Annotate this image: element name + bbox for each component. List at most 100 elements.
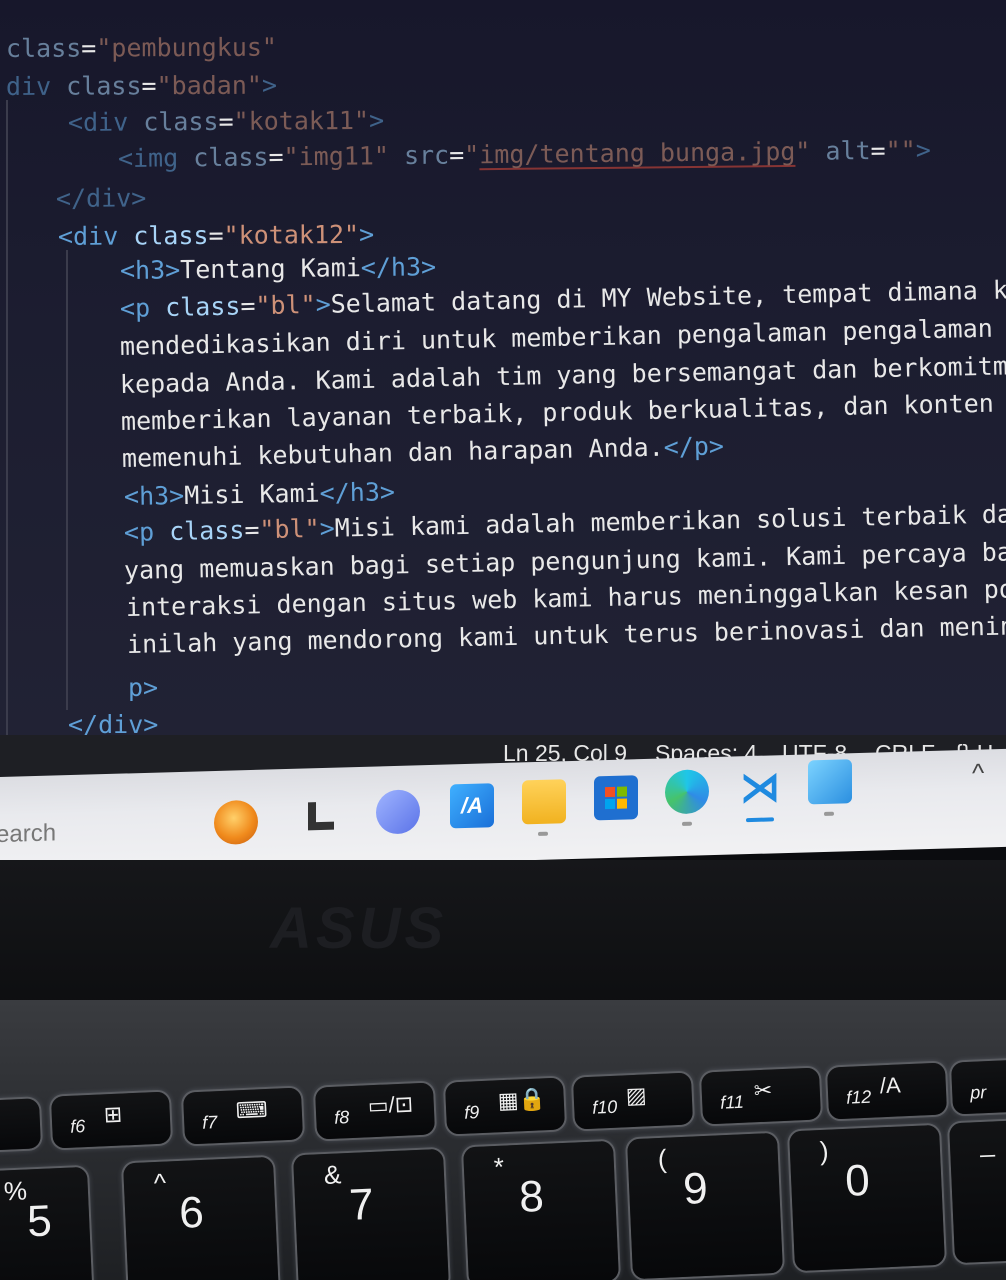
code-token: <div: [57, 221, 134, 251]
code-token: <h3>: [119, 255, 181, 285]
code-token: =: [268, 142, 284, 172]
code-token: </div>: [55, 183, 147, 213]
key-digit: 5: [26, 1196, 53, 1247]
code-token: </h3>: [319, 477, 396, 508]
code-token: =: [218, 106, 234, 136]
file-explorer-l-icon[interactable]: [300, 795, 344, 840]
number-key-minus[interactable]: _: [949, 1116, 1006, 1264]
code-line[interactable]: </div>: [56, 183, 147, 214]
key-shift-symbol: _: [979, 1127, 996, 1158]
function-key-label: f6: [69, 1116, 86, 1137]
code-token: alt: [825, 136, 871, 166]
function-key-icon: ▭/⊡: [367, 1091, 414, 1119]
code-line[interactable]: p>: [128, 673, 158, 703]
number-key-9[interactable]: (9: [627, 1132, 783, 1280]
function-key-label: f9: [463, 1102, 480, 1123]
code-token: </div>: [68, 710, 159, 735]
number-key-6[interactable]: ^ 6: [123, 1156, 279, 1280]
asus-logo: ASUS: [270, 896, 448, 961]
key-shift-symbol: (: [657, 1143, 668, 1174]
number-key-8[interactable]: * 8: [463, 1140, 619, 1280]
function-key-f8[interactable]: f8 ▭/⊡: [314, 1082, 436, 1140]
folder-icon[interactable]: [522, 779, 566, 825]
code-line[interactable]: class="pembungkus": [6, 33, 277, 64]
function-key-f9[interactable]: f9 ▦🔒: [444, 1077, 566, 1135]
code-token: =: [208, 220, 224, 250]
number-key-5[interactable]: % 5: [0, 1166, 93, 1280]
function-key-f11[interactable]: f11 ✂: [700, 1067, 822, 1125]
code-line[interactable]: <h3>Tentang Kami</h3>: [120, 252, 436, 286]
code-token: =: [244, 515, 260, 545]
code-line[interactable]: <div class="kotak12">: [58, 220, 374, 252]
code-token: "pembungkus": [96, 32, 278, 63]
function-key-label: f10: [591, 1096, 618, 1118]
key-shift-symbol: ^: [153, 1167, 167, 1198]
code-token: =: [240, 291, 256, 321]
key-digit: 6: [178, 1187, 205, 1238]
code-token: >: [358, 219, 375, 249]
function-key-icon: ⌨: [235, 1096, 269, 1124]
meet-chat-icon[interactable]: [376, 789, 420, 835]
code-token: class: [193, 142, 269, 173]
code-token: =: [448, 140, 465, 170]
tray-chevron-icon[interactable]: ^: [972, 758, 984, 789]
code-token: "badan": [156, 70, 262, 101]
code-token: class: [133, 220, 209, 251]
code-line[interactable]: <div class="kotak11">: [68, 106, 384, 138]
code-token: >: [315, 289, 332, 319]
photo: class="pembungkus" div class="badan"> <div…: [0, 0, 1006, 1280]
chrome-ball-icon[interactable]: [214, 799, 258, 846]
screen-bezel: [0, 860, 1006, 1010]
code-token: "": [885, 135, 916, 165]
code-token: >: [915, 135, 931, 165]
code-token: =: [870, 135, 886, 166]
number-key-0[interactable]: ) 0: [789, 1124, 945, 1272]
function-key-icon: ✂: [753, 1077, 773, 1104]
vscode-icon[interactable]: ⋊: [738, 765, 782, 810]
function-key-pr[interactable]: pr: [950, 1057, 1006, 1115]
function-key-label: pr: [969, 1082, 987, 1103]
code-token: Misi Kami: [183, 478, 320, 510]
function-key-icon: ▦🔒: [497, 1086, 547, 1114]
number-key-7[interactable]: & 7: [293, 1148, 449, 1280]
code-line[interactable]: <img class="img11" src="img/tentang bung…: [118, 135, 931, 174]
microsoft-store-icon[interactable]: [594, 775, 638, 821]
active-indicator: [746, 817, 774, 823]
code-token: ": [795, 136, 826, 166]
code-token: class: [168, 515, 245, 547]
function-key-icon: /A: [879, 1072, 902, 1099]
code-token: =: [81, 33, 97, 63]
running-indicator: [682, 821, 692, 826]
function-key-f7[interactable]: f7 ⌨: [182, 1087, 304, 1145]
function-key-f10[interactable]: f10 ▨: [572, 1072, 694, 1130]
edge-icon[interactable]: [665, 769, 709, 815]
code-token: ": [464, 140, 480, 170]
code-token: class: [66, 71, 142, 101]
code-line[interactable]: memenuhi kebutuhan dan harapan Anda.</p>: [122, 431, 725, 474]
code-token: img/tentang bunga.jpg: [479, 136, 796, 170]
photos-icon[interactable]: [808, 759, 852, 805]
code-line[interactable]: <h3>Misi Kami</h3>: [124, 477, 395, 512]
running-indicator: [824, 811, 834, 816]
key-shift-symbol: *: [493, 1151, 505, 1182]
function-key-f6[interactable]: f6 ⊞: [50, 1091, 172, 1149]
code-token: class: [5, 33, 82, 63]
search-box[interactable]: earch: [0, 819, 56, 849]
function-key-f5[interactable]: [0, 1098, 42, 1152]
code-editor[interactable]: class="pembungkus" div class="badan"> <div…: [0, 0, 1006, 735]
function-key-f12[interactable]: f12/A: [826, 1062, 948, 1120]
key-shift-symbol: %: [3, 1175, 28, 1207]
code-token: "bl": [259, 513, 320, 545]
code-token: src: [403, 140, 450, 171]
function-key-label: f7: [201, 1112, 218, 1133]
key-digit: 0: [844, 1155, 871, 1206]
code-token: <p: [123, 517, 170, 547]
code-token: "bl": [255, 289, 316, 321]
code-line[interactable]: div class="badan">: [6, 71, 277, 102]
code-token: class: [143, 106, 219, 137]
function-key-label: f12: [845, 1086, 872, 1108]
key-digit: 8: [518, 1171, 545, 1222]
code-line[interactable]: </div>: [68, 710, 158, 735]
code-token: =: [141, 71, 157, 101]
asus-app-icon[interactable]: /A: [450, 783, 494, 829]
